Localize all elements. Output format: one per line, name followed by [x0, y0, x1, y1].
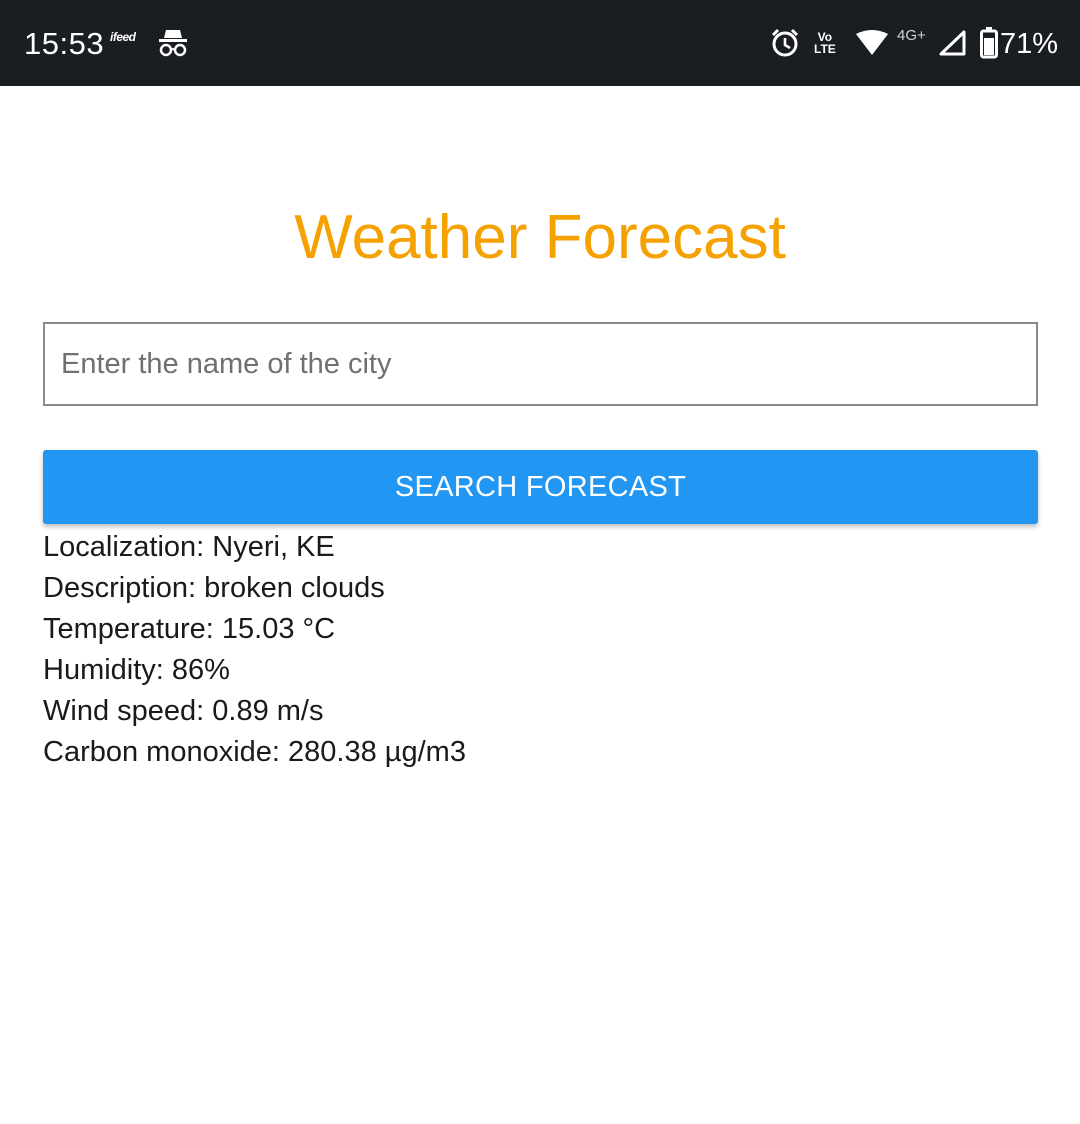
result-carbon-monoxide: Carbon monoxide: 280.38 µg/m3 — [43, 736, 466, 768]
search-forecast-button[interactable]: SEARCH FORECAST — [43, 450, 1038, 524]
volte-bottom-label: LTE — [814, 42, 836, 56]
result-humidity: Humidity: 86% — [43, 654, 230, 686]
result-description: Description: broken clouds — [43, 572, 385, 604]
result-wind-speed: Wind speed: 0.89 m/s — [43, 695, 324, 727]
status-time: 15:53 — [24, 26, 105, 61]
result-localization: Localization: Nyeri, KE — [43, 531, 335, 563]
battery-icon — [980, 27, 998, 64]
wifi-icon — [855, 30, 889, 61]
incognito-icon — [158, 26, 188, 63]
page-title: Weather Forecast — [294, 203, 786, 272]
volte-icon: Vo LTE — [814, 31, 836, 55]
alarm-icon — [770, 28, 800, 63]
ifeed-icon: ifeed — [110, 30, 136, 44]
battery-percent: 71% — [1000, 28, 1059, 60]
network-type-label: 4G+ — [897, 27, 926, 44]
result-temperature: Temperature: 15.03 °C — [43, 613, 336, 645]
signal-icon — [938, 30, 966, 61]
city-search-input[interactable] — [43, 322, 1038, 406]
status-bar: 15:53 ifeed Vo LTE 4G+ 71% — [0, 0, 1080, 86]
forecast-results: Localization: Nyeri, KE Description: bro… — [43, 527, 466, 773]
